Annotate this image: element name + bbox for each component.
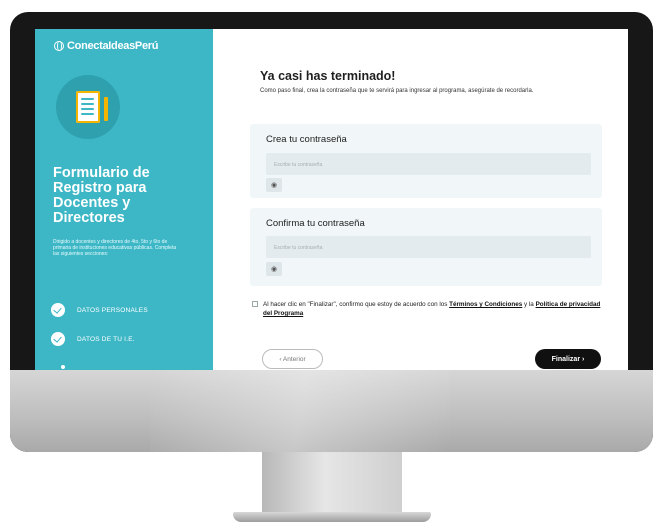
password-label: Crea tu contraseña — [266, 134, 347, 145]
terms-checkbox[interactable] — [252, 301, 258, 307]
terms-link[interactable]: Términos y Condiciones — [449, 301, 522, 308]
password-panel: Crea tu contraseña ◉ — [250, 124, 602, 198]
sidebar-description: Dirigido a docentes y directores de 4to,… — [53, 239, 177, 258]
check-circle-icon — [51, 303, 65, 317]
eye-icon[interactable]: ◉ — [266, 178, 282, 192]
sidebar-step-label: DATOS DE TU I.E. — [77, 335, 135, 343]
main-content: Ya casi has terminado! Como paso final, … — [213, 29, 628, 370]
brand-logo-text: ConectaIdeasPerú — [67, 40, 159, 52]
intro-text: Como paso final, crea la contraseña que … — [260, 88, 534, 94]
sidebar-title: Formulario de Registro para Docentes y D… — [53, 165, 150, 226]
sidebar-step-datos-ie[interactable]: DATOS DE TU I.E. — [51, 332, 135, 346]
password-input[interactable] — [266, 154, 591, 176]
confirm-password-input[interactable] — [266, 237, 591, 259]
brand-logo: ConectaIdeasPerú — [54, 40, 158, 52]
globe-icon — [54, 40, 64, 51]
monitor-frame: ConectaIdeasPerú Formulario de Registro … — [10, 12, 653, 452]
monitor-base — [233, 512, 431, 522]
form-document-icon — [56, 75, 120, 139]
confirm-password-panel: Confirma tu contraseña ◉ — [250, 208, 602, 286]
screen: ConectaIdeasPerú Formulario de Registro … — [35, 29, 628, 370]
sidebar: ConectaIdeasPerú Formulario de Registro … — [35, 29, 213, 370]
chin-highlight — [150, 370, 450, 452]
page-title: Ya casi has terminado! — [260, 69, 396, 83]
terms-prefix: Al hacer clic en "Finalizar", confirmo q… — [263, 301, 450, 308]
check-circle-icon — [51, 332, 65, 346]
monitor-chin — [10, 370, 653, 452]
terms-middle: y la — [522, 301, 536, 308]
previous-button[interactable]: ‹ Anterior — [262, 349, 323, 369]
sidebar-step-label: DATOS PERSONALES — [77, 306, 148, 314]
terms-text: Al hacer clic en "Finalizar", confirmo q… — [263, 300, 603, 318]
eye-icon[interactable]: ◉ — [266, 262, 282, 276]
confirm-password-label: Confirma tu contraseña — [266, 218, 365, 229]
sidebar-step-datos-personales[interactable]: DATOS PERSONALES — [51, 303, 148, 317]
step-dot-icon — [61, 365, 65, 369]
monitor-stand — [262, 452, 402, 514]
pencil-icon — [104, 97, 108, 121]
password-field-wrapper — [266, 153, 591, 176]
finish-button[interactable]: Finalizar › — [535, 349, 601, 369]
confirm-password-field-wrapper — [266, 236, 591, 259]
document-icon — [76, 91, 100, 123]
